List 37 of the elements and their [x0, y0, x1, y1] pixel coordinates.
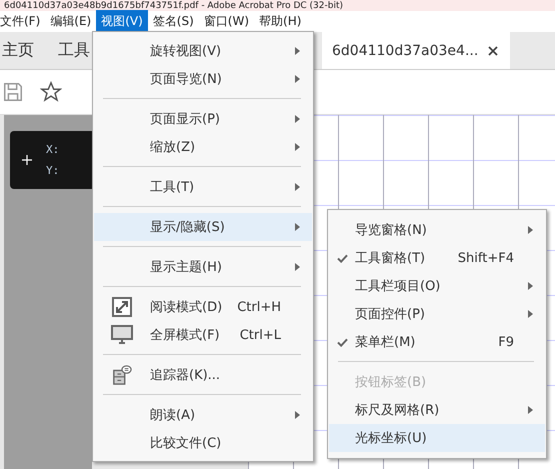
menu-bar-item[interactable]: 视图(V): [96, 10, 148, 33]
menu-item[interactable]: 页面显示(P): [94, 105, 312, 133]
menu-item[interactable]: 比较文件(C): [94, 429, 312, 457]
menu-item[interactable]: 全屏模式(F) Ctrl+L: [94, 321, 312, 349]
menu-item[interactable]: 缩放(Z): [94, 133, 312, 161]
menu-item[interactable]: 朗读(A): [94, 401, 312, 429]
menu-item[interactable]: 旋转视图(V): [94, 37, 312, 65]
menu-item[interactable]: 工具窗格(T) Shift+F4: [329, 244, 545, 272]
menu-item[interactable]: 显示主题(H): [94, 253, 312, 281]
menu-item[interactable]: 显示/隐藏(S): [94, 213, 312, 241]
monitor-icon: [111, 325, 133, 345]
y-label: Y:: [46, 164, 60, 177]
menu-item[interactable]: 菜单栏(M) F9: [329, 328, 545, 356]
menu-bar-item[interactable]: 签名(S): [148, 10, 199, 33]
expand-icon: [111, 297, 133, 317]
save-icon[interactable]: [2, 81, 24, 103]
tab[interactable]: 主页: [0, 32, 56, 69]
x-label: X:: [46, 143, 60, 156]
crosshair-icon: [22, 155, 32, 165]
menu-bar-item[interactable]: 编辑(E): [45, 10, 96, 33]
close-icon[interactable]: [488, 46, 498, 56]
menu-item[interactable]: 工具(T): [94, 173, 312, 201]
star-icon[interactable]: [40, 81, 62, 103]
menu-item[interactable]: 光标坐标(U): [329, 424, 545, 452]
tab[interactable]: 6d04110d37a03e4...: [322, 32, 510, 69]
menu-item[interactable]: 阅读模式(D) Ctrl+H: [94, 293, 312, 321]
menu-item[interactable]: 工具栏项目(O): [329, 272, 545, 300]
menu-item[interactable]: 页面导览(N): [94, 65, 312, 93]
window-title: 6d04110d37a03e48b9d1675bf743751f.pdf - Adobe Acrobat Pro DC (32-bit): [4, 1, 344, 11]
menu-item[interactable]: 追踪器(K)...: [94, 361, 312, 389]
menu-bar-item[interactable]: 文件(F): [0, 10, 46, 33]
menu-bar-item[interactable]: 帮助(H): [254, 10, 306, 33]
menu-item[interactable]: 标尺及网格(R): [329, 396, 545, 424]
menu-bar-item[interactable]: 窗口(W): [198, 10, 254, 33]
menu-item[interactable]: 页面控件(P): [329, 300, 545, 328]
menu-item[interactable]: 导览窗格(N): [329, 216, 545, 244]
tracker-icon: [111, 365, 133, 385]
